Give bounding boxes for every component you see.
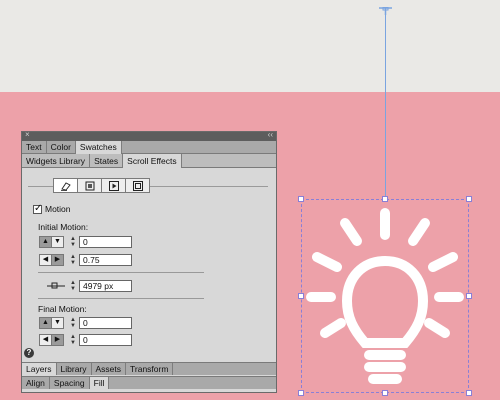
initial-vertical-direction-toggle[interactable]: ▲ ▼ — [39, 236, 64, 248]
scroll-guide-line[interactable] — [385, 9, 386, 199]
panel-titlebar[interactable]: × ‹‹ — [22, 130, 276, 141]
tab-text[interactable]: Text — [22, 141, 47, 154]
final-horizontal-input[interactable]: 0 — [79, 334, 132, 346]
final-horizontal-direction-toggle[interactable]: ◀ ▶ — [39, 334, 64, 346]
section-divider — [38, 272, 204, 273]
resize-handle-top-right[interactable] — [466, 196, 472, 202]
collapse-icon[interactable]: ‹‹ — [268, 130, 273, 139]
resize-handle-bottom-center[interactable] — [382, 390, 388, 396]
tab-transform[interactable]: Transform — [126, 363, 174, 375]
initial-horizontal-direction-toggle[interactable]: ◀ ▶ — [39, 254, 64, 266]
resize-handle-top-left[interactable] — [298, 196, 304, 202]
right-arrow-icon[interactable]: ▶ — [52, 335, 63, 345]
up-arrow-icon[interactable]: ▲ — [40, 318, 52, 328]
down-arrow-icon[interactable]: ▼ — [52, 237, 63, 247]
mode-play-button[interactable] — [102, 179, 126, 192]
tab-spacing[interactable]: Spacing — [50, 377, 90, 389]
mode-eraser-button[interactable] — [54, 179, 78, 192]
initial-horizontal-input[interactable]: 0.75 — [79, 254, 132, 266]
left-arrow-icon[interactable]: ◀ — [40, 335, 52, 345]
motion-checkbox[interactable] — [33, 203, 42, 214]
selection-box — [301, 199, 469, 393]
final-motion-label: Final Motion: — [38, 304, 87, 314]
effect-mode-selector — [53, 178, 150, 193]
tab-states[interactable]: States — [90, 154, 124, 168]
help-icon[interactable]: ? — [24, 348, 34, 358]
final-vertical-stepper-icon[interactable]: ▲ ▼ — [68, 317, 78, 329]
up-arrow-icon[interactable]: ▲ — [40, 237, 52, 247]
tab-fill[interactable]: Fill — [89, 377, 110, 389]
key-position-input[interactable]: 4979 px — [79, 280, 132, 292]
canvas-header-band — [0, 0, 500, 92]
tab-align[interactable]: Align — [22, 377, 50, 389]
panel-top-tabs: Text Color Swatches — [22, 141, 276, 154]
tab-widgets-library[interactable]: Widgets Library — [22, 154, 91, 168]
key-position-stepper-icon[interactable]: ▲ ▼ — [68, 280, 78, 292]
final-horizontal-stepper-icon[interactable]: ▲ ▼ — [68, 334, 78, 346]
slideshow-icon — [132, 180, 143, 191]
tab-assets[interactable]: Assets — [92, 363, 127, 375]
right-arrow-icon[interactable]: ▶ — [52, 255, 63, 265]
resize-handle-bottom-right[interactable] — [466, 390, 472, 396]
section-divider — [38, 298, 204, 299]
mode-layout-button[interactable] — [78, 179, 102, 192]
layout-icon — [85, 181, 94, 190]
tab-layers[interactable]: Layers — [22, 363, 57, 375]
eraser-icon — [61, 181, 71, 191]
final-vertical-direction-toggle[interactable]: ▲ ▼ — [39, 317, 64, 329]
play-icon — [108, 180, 119, 191]
final-vertical-input[interactable]: 0 — [79, 317, 132, 329]
resize-handle-middle-right[interactable] — [466, 293, 472, 299]
guide-handle-icon[interactable] — [378, 7, 393, 15]
left-arrow-icon[interactable]: ◀ — [40, 255, 52, 265]
mode-slideshow-button[interactable] — [126, 179, 149, 192]
panel-sub-tabs: Widgets Library States Scroll Effects — [22, 154, 276, 168]
scroll-effects-panel: × ‹‹ Text Color Swatches Widgets Library… — [21, 130, 277, 393]
initial-motion-label: Initial Motion: — [38, 222, 89, 232]
resize-handle-middle-left[interactable] — [298, 293, 304, 299]
down-arrow-icon[interactable]: ▼ — [52, 318, 63, 328]
initial-horizontal-stepper-icon[interactable]: ▲ ▼ — [68, 254, 78, 266]
initial-vertical-input[interactable]: 0 — [79, 236, 132, 248]
key-position-icon — [47, 282, 65, 289]
tab-library[interactable]: Library — [57, 363, 92, 375]
initial-vertical-stepper-icon[interactable]: ▲ ▼ — [68, 236, 78, 248]
tab-swatches[interactable]: Swatches — [75, 141, 122, 154]
bottom-tabs-row-2: Align Spacing Fill — [22, 376, 276, 389]
resize-handle-top-center[interactable] — [382, 196, 388, 202]
tab-scroll-effects[interactable]: Scroll Effects — [123, 154, 182, 168]
resize-handle-bottom-left[interactable] — [298, 390, 304, 396]
close-icon[interactable]: × — [25, 130, 30, 139]
tab-color[interactable]: Color — [47, 141, 76, 154]
bottom-tabs-row-1: Layers Library Assets Transform — [22, 362, 276, 375]
motion-label: Motion — [45, 204, 71, 214]
